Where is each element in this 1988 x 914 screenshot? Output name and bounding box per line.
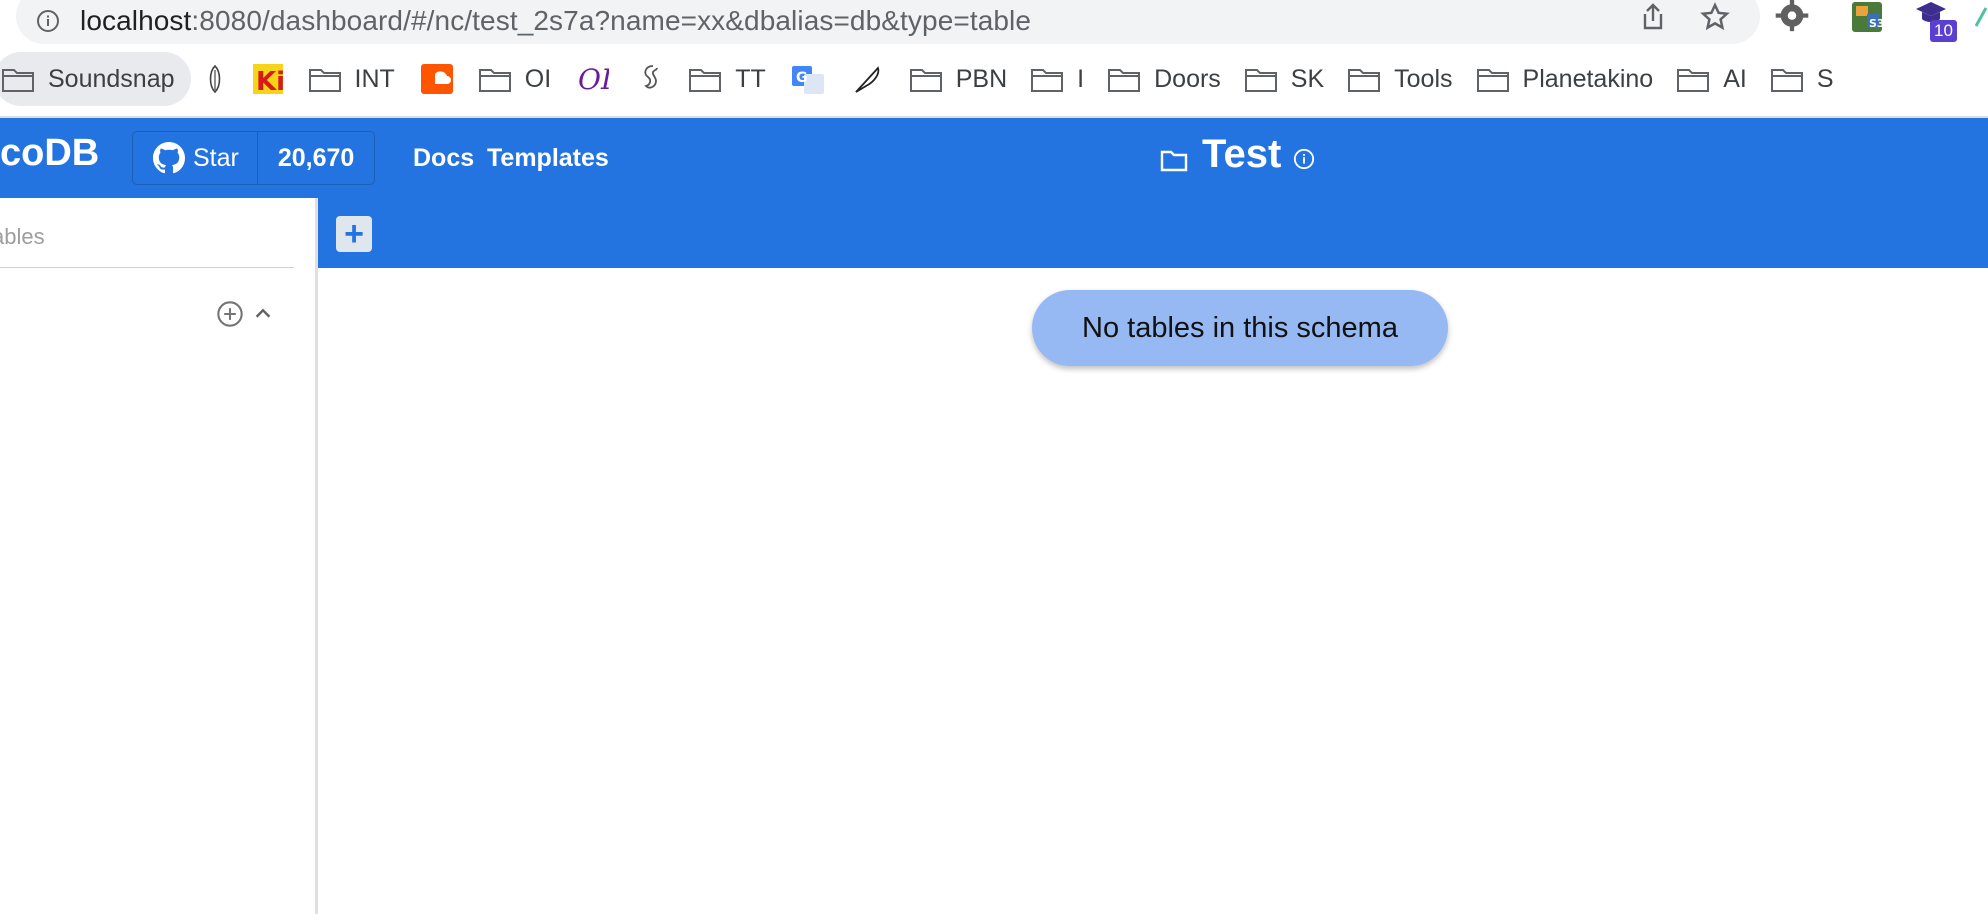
- main-content: No tables in this schema: [318, 268, 1988, 914]
- github-star-count[interactable]: 20,670: [258, 132, 374, 184]
- bookmark-star-icon[interactable]: [1700, 2, 1730, 32]
- bookmark-seahorse[interactable]: [623, 52, 677, 106]
- bookmark-feather-link[interactable]: [191, 52, 239, 106]
- folder-icon: [1031, 69, 1064, 92]
- address-bar[interactable]: localhost:8080/dashboard/#/nc/test_2s7a?…: [16, 0, 1760, 44]
- bookmark-s[interactable]: S: [1759, 52, 1846, 106]
- bookmark-doors[interactable]: Doors: [1096, 52, 1233, 106]
- folder-icon: [1476, 69, 1509, 92]
- bookmark-tools[interactable]: Tools: [1336, 52, 1464, 106]
- github-star-label: Star: [193, 143, 239, 172]
- bookmark-sk[interactable]: SK: [1233, 52, 1336, 106]
- partial-extension-icon[interactable]: [1972, 4, 1988, 28]
- bookmark-i[interactable]: I: [1019, 52, 1096, 106]
- chevron-up-icon[interactable]: [252, 303, 274, 325]
- bookmark-label: INT: [354, 64, 395, 93]
- folder-icon: [909, 69, 942, 92]
- bookmark-ai[interactable]: AI: [1665, 52, 1759, 106]
- ki-logo-icon: Ki: [252, 64, 283, 94]
- extension-badge: 10: [1930, 20, 1957, 42]
- bookmark-google-translate[interactable]: G: [778, 52, 838, 106]
- app-logo[interactable]: coDB: [0, 132, 99, 175]
- bookmark-label: Doors: [1154, 64, 1221, 93]
- folder-icon: [1108, 69, 1141, 92]
- bookmark-label: Tools: [1394, 64, 1453, 93]
- bookmarks-bar: Soundsnap Ki INT OI OI TT G PBN I Doors …: [0, 52, 1988, 106]
- bookmark-int[interactable]: INT: [297, 52, 407, 106]
- app-header: coDB Star 20,670 Docs Templates Test: [0, 118, 1988, 198]
- share-icon[interactable]: [1640, 2, 1666, 32]
- site-info-icon[interactable]: [36, 9, 60, 33]
- bookmark-label: TT: [735, 64, 766, 93]
- templates-link[interactable]: Templates: [487, 144, 609, 173]
- docs-link[interactable]: Docs: [413, 144, 474, 173]
- bookmark-label: AI: [1723, 64, 1747, 93]
- project-title: Test: [1202, 132, 1282, 176]
- oi-logo-icon: OI: [578, 64, 609, 94]
- folder-icon: [1677, 69, 1710, 92]
- tab-bar: +: [318, 198, 1988, 268]
- url-path: :8080/dashboard/#/nc/test_2s7a?name=xx&d…: [191, 5, 1032, 36]
- bookmark-label: Planetakino: [1522, 64, 1654, 93]
- bookmark-label: SK: [1290, 64, 1325, 93]
- quill-icon: [855, 66, 880, 93]
- seahorse-icon: [644, 65, 659, 89]
- bookmark-ki[interactable]: Ki: [239, 52, 297, 106]
- bookmark-oi[interactable]: OI: [467, 52, 563, 106]
- project-title-area: Test: [1160, 132, 1315, 177]
- url-host: localhost: [80, 5, 192, 36]
- bookmark-pbn[interactable]: PBN: [898, 52, 1019, 106]
- github-star-button[interactable]: Star: [133, 132, 258, 184]
- google-translate-icon: G: [791, 66, 824, 94]
- bookmark-label: PBN: [955, 64, 1008, 93]
- s3-extension-icon[interactable]: S3: [1850, 0, 1884, 34]
- graduation-extension[interactable]: 10: [1914, 0, 1957, 44]
- folder-icon: [478, 69, 511, 92]
- info-icon[interactable]: [1293, 148, 1315, 170]
- folder-icon: [308, 69, 341, 92]
- bookmark-tt[interactable]: TT: [677, 52, 778, 106]
- bookmark-oi-logo[interactable]: OI: [563, 52, 623, 106]
- browser-chrome: localhost:8080/dashboard/#/nc/test_2s7a?…: [0, 0, 1988, 118]
- bookmark-planetakino[interactable]: Planetakino: [1465, 52, 1666, 106]
- github-icon: [153, 142, 185, 174]
- empty-state-message: No tables in this schema: [1032, 290, 1448, 366]
- github-star-group: Star 20,670: [132, 131, 376, 185]
- bookmark-quill[interactable]: [838, 52, 898, 106]
- svg-text:S3: S3: [1869, 17, 1884, 30]
- folder-icon: [689, 69, 722, 92]
- folder-icon: [1244, 69, 1277, 92]
- svg-text:OI: OI: [578, 64, 609, 94]
- folder-icon: [1348, 69, 1381, 92]
- url-text[interactable]: localhost:8080/dashboard/#/nc/test_2s7a?…: [80, 5, 1031, 37]
- feather-link-icon: [209, 64, 220, 94]
- svg-text:G: G: [796, 70, 808, 86]
- folder-icon: [1770, 69, 1803, 92]
- sidebar-actions: [216, 300, 274, 328]
- soundcloud-icon: [420, 64, 453, 94]
- settings-extension-icon[interactable]: [1774, 0, 1810, 34]
- add-tab-button[interactable]: +: [336, 216, 372, 252]
- add-circle-icon[interactable]: [216, 300, 244, 328]
- bookmark-label: S: [1816, 64, 1834, 93]
- search-tables-input[interactable]: ables: [0, 198, 294, 268]
- bookmark-label: OI: [524, 64, 552, 93]
- bookmark-label: I: [1077, 64, 1085, 93]
- bookmark-soundcloud[interactable]: [407, 52, 467, 106]
- sidebar: ables: [0, 198, 318, 914]
- search-placeholder: ables: [0, 224, 45, 249]
- folder-icon: [2, 69, 34, 92]
- svg-text:Ki: Ki: [256, 67, 283, 94]
- folder-icon: [1160, 150, 1188, 171]
- bookmark-soundsnap[interactable]: Soundsnap: [0, 52, 191, 106]
- bookmark-label: Soundsnap: [48, 64, 175, 93]
